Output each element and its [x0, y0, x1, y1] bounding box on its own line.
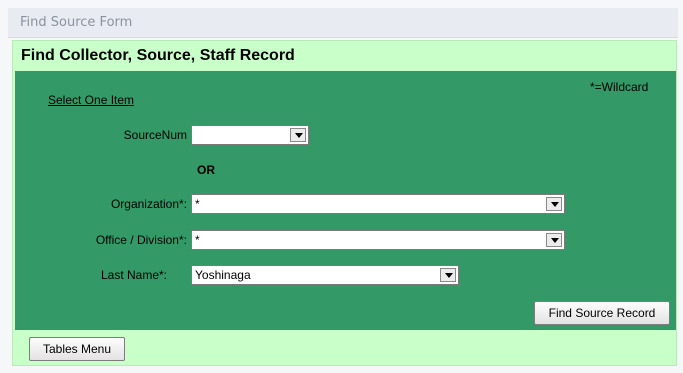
- chevron-down-icon: [295, 133, 303, 138]
- office-division-combo[interactable]: *: [191, 230, 565, 250]
- office-division-label: Office / Division*:: [95, 233, 187, 247]
- form-detail-section: Select One Item *=Wildcard SourceNum OR …: [15, 71, 676, 330]
- organization-dropdown-button[interactable]: [546, 197, 562, 211]
- chevron-down-icon: [445, 273, 453, 278]
- last-name-label: Last Name*:: [100, 268, 167, 282]
- chevron-down-icon: [551, 238, 559, 243]
- tables-menu-button[interactable]: Tables Menu: [29, 337, 125, 361]
- office-division-value: *: [195, 233, 200, 247]
- last-name-dropdown-button[interactable]: [440, 268, 456, 282]
- organization-combo[interactable]: *: [191, 194, 565, 214]
- chevron-down-icon: [551, 202, 559, 207]
- find-source-record-button[interactable]: Find Source Record: [534, 301, 670, 325]
- organization-label: Organization*:: [110, 197, 187, 211]
- last-name-combo[interactable]: Yoshinaga: [191, 265, 459, 285]
- or-label: OR: [197, 163, 215, 177]
- select-one-item-label: Select One Item: [48, 93, 135, 107]
- organization-value: *: [195, 197, 200, 211]
- last-name-value: Yoshinaga: [195, 268, 251, 282]
- window-title-bar: Find Source Form: [8, 8, 678, 38]
- source-num-label: SourceNum: [123, 128, 187, 142]
- source-num-dropdown-button[interactable]: [290, 128, 306, 142]
- office-division-dropdown-button[interactable]: [546, 233, 562, 247]
- wildcard-note: *=Wildcard: [590, 80, 649, 94]
- source-num-combo[interactable]: [191, 125, 309, 145]
- find-source-form: Find Collector, Source, Staff Record Sel…: [12, 40, 677, 366]
- access-window: Find Source Form Find Collector, Source,…: [0, 0, 683, 373]
- window-title: Find Source Form: [20, 15, 133, 30]
- form-header: Find Collector, Source, Staff Record: [21, 47, 295, 64]
